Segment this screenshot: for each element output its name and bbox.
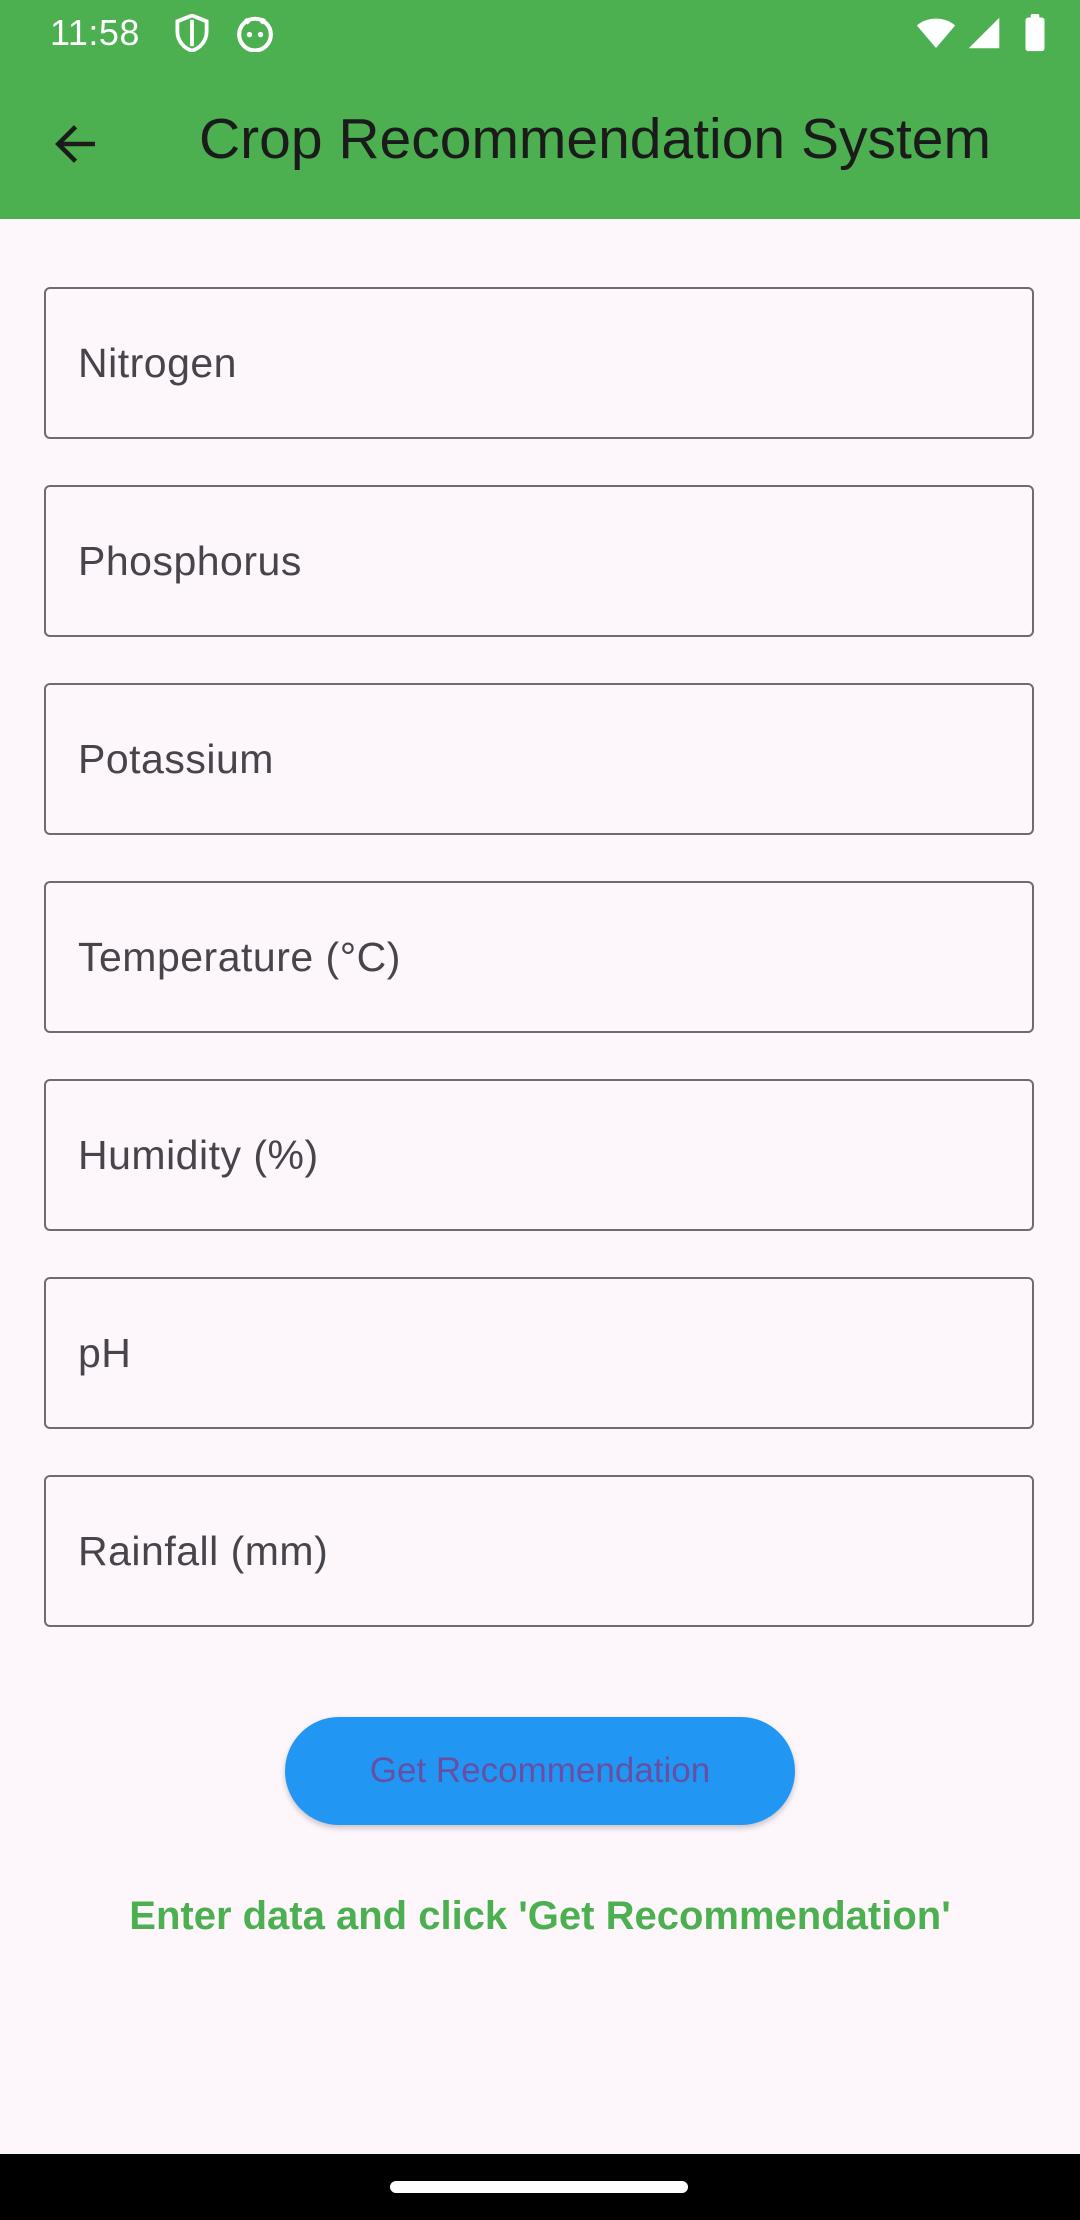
shield-icon (175, 14, 209, 52)
status-bar: 11:58 (0, 0, 1080, 66)
ph-field[interactable] (44, 1277, 1034, 1429)
navigation-bar (0, 2154, 1080, 2220)
page-title: Crop Recommendation System (199, 107, 991, 171)
app-bar: Crop Recommendation System (0, 66, 1080, 219)
arrow-left-icon (55, 125, 95, 163)
phosphorus-field[interactable] (44, 485, 1034, 637)
battery-icon (1025, 14, 1045, 52)
potassium-field[interactable] (44, 683, 1034, 835)
status-time: 11:58 (50, 12, 140, 53)
android-head-icon (237, 16, 273, 52)
signal-icon (968, 17, 1000, 49)
result-message: Enter data and click 'Get Recommendation… (129, 1894, 951, 1938)
top-area: 11:58 Crop Recommendation System (0, 0, 1080, 219)
temperature-field[interactable] (44, 881, 1034, 1033)
get-recommendation-button[interactable]: Get Recommendation (285, 1717, 795, 1825)
rainfall-field[interactable] (44, 1475, 1034, 1627)
wifi-icon (916, 18, 956, 48)
humidity-field[interactable] (44, 1079, 1034, 1231)
back-button[interactable] (36, 104, 116, 184)
home-gesture-handle[interactable] (390, 2181, 688, 2193)
nitrogen-field[interactable] (44, 287, 1034, 439)
